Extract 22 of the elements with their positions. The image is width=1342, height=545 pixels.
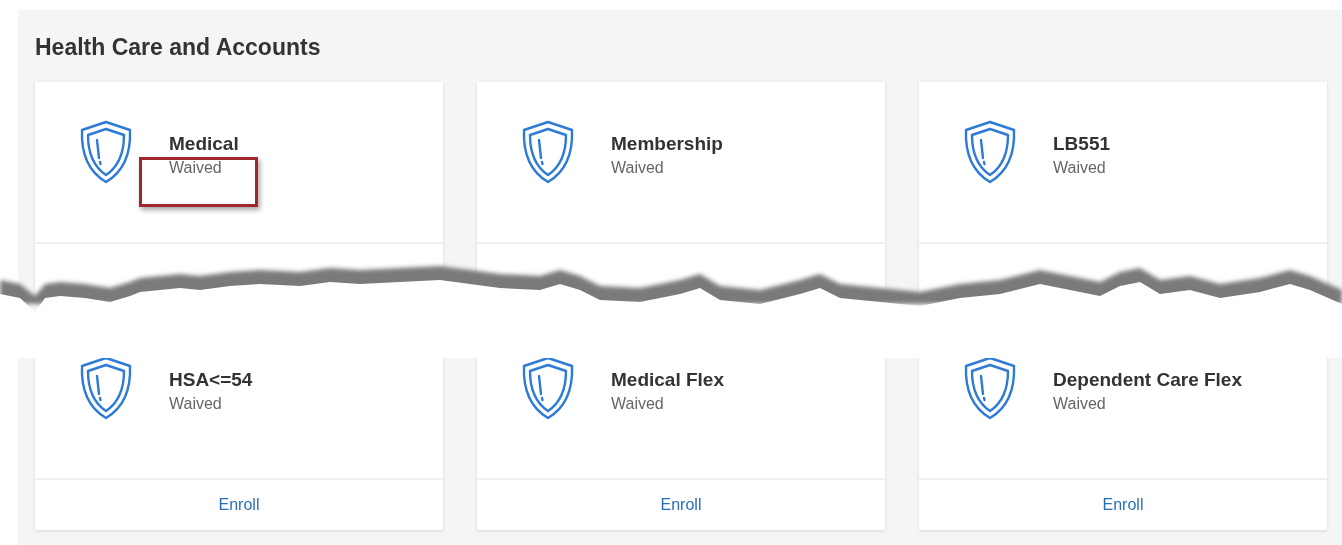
status-label: Waived	[611, 395, 665, 413]
benefit-title: Medical	[169, 133, 239, 155]
status-label: Waived	[1053, 395, 1107, 413]
benefit-title: HSA<=54	[169, 369, 253, 391]
enroll-link[interactable]: Enroll	[218, 496, 260, 514]
status-label: Waived	[1053, 159, 1107, 177]
benefit-title: Membership	[611, 133, 723, 155]
section-title: Health Care and Accounts	[35, 33, 322, 62]
enroll-link[interactable]: Enroll	[1102, 496, 1144, 514]
shield-icon	[79, 356, 133, 420]
benefit-title: LB551	[1053, 133, 1111, 155]
shield-icon	[521, 120, 575, 184]
status-label: Waived	[611, 159, 665, 177]
shield-icon	[963, 120, 1017, 184]
status-label: Waived	[169, 395, 223, 413]
status-label: Waived	[169, 159, 223, 177]
shield-icon	[521, 356, 575, 420]
enroll-link[interactable]: Enroll	[660, 496, 702, 514]
shield-icon	[79, 120, 133, 184]
benefit-title: Medical Flex	[611, 369, 724, 391]
benefit-title: Dependent Care Flex	[1053, 369, 1242, 391]
shield-icon	[963, 356, 1017, 420]
